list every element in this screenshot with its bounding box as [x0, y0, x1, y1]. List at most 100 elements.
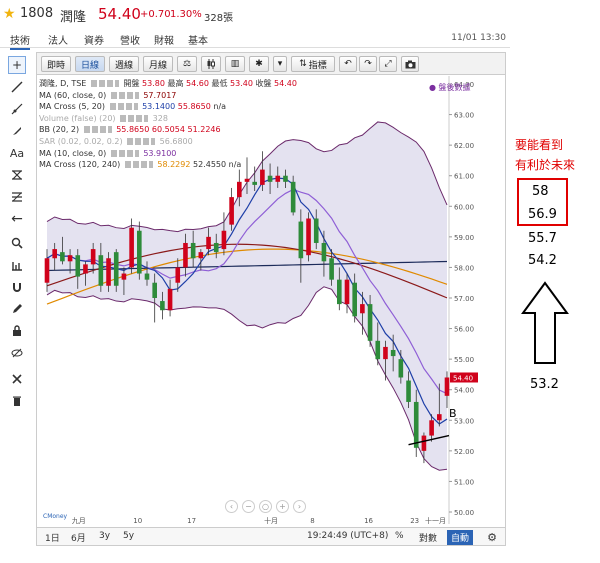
candle-body: [429, 420, 434, 436]
camera-icon[interactable]: [401, 56, 419, 72]
text-tool-icon[interactable]: Aa: [8, 144, 26, 162]
star-icon[interactable]: ★: [3, 6, 16, 22]
tab-revenue[interactable]: 營收: [120, 32, 140, 47]
zoom-in-icon[interactable]: +: [276, 500, 289, 513]
lock-icon[interactable]: [8, 322, 26, 340]
annotation-value-56-9: 56.9: [528, 207, 557, 222]
range-1d-button[interactable]: 1日: [45, 531, 60, 544]
x-tick-label: 十月: [264, 516, 278, 524]
candle-body: [106, 258, 111, 286]
weekly-button[interactable]: 週線: [109, 56, 139, 72]
ray-icon[interactable]: [8, 100, 26, 118]
scroll-left-icon[interactable]: ‹: [225, 500, 238, 513]
settings-tools-icon[interactable]: [8, 370, 26, 388]
legend-controls-icon[interactable]: [120, 114, 149, 122]
auto-scale-toggle[interactable]: 自動: [446, 530, 473, 545]
legend-controls-icon[interactable]: [83, 126, 112, 134]
legend-controls-icon[interactable]: [127, 137, 156, 145]
pattern-icon[interactable]: [8, 166, 26, 184]
tab-technical[interactable]: 技術: [10, 32, 30, 50]
zoom-icon[interactable]: [8, 234, 26, 252]
range-6m-button[interactable]: 6月: [71, 531, 86, 544]
bar-chart-icon[interactable]: ▥: [225, 56, 245, 72]
x-tick-label: 8: [310, 517, 314, 524]
sar-label: SAR (0.02, 0.02, 0.2): [39, 136, 123, 146]
stock-name: 潤隆: [60, 10, 87, 25]
measure-icon[interactable]: [8, 256, 26, 274]
chart-toolbar: 即時 日線 週線 月線 ⚖ ▥ ✱ ▾ ⇅ 指標 ↶ ↷ ⤢: [37, 53, 505, 75]
daily-button[interactable]: 日線: [75, 56, 105, 72]
y-tick-label: 54.00: [454, 387, 474, 395]
legend-row-macross120: MA Cross (120, 240) 58.2292 52.4550 n/a: [39, 159, 297, 171]
chart-type-candle-icon[interactable]: [201, 56, 221, 72]
undo-icon[interactable]: ↶: [339, 56, 357, 72]
back-arrow-icon[interactable]: ←: [8, 210, 26, 228]
candle-body: [75, 255, 81, 277]
sar-value: 56.6800: [159, 136, 193, 146]
reset-icon[interactable]: ○: [259, 500, 272, 513]
tab-margin[interactable]: 資券: [84, 32, 104, 47]
y-tick-label: 60.00: [454, 203, 474, 211]
trendline-icon[interactable]: [8, 78, 26, 96]
x-tick-label: 17: [187, 517, 196, 524]
y-tick-label: 55.00: [454, 356, 474, 364]
candle-body: [444, 377, 450, 396]
dropdown-icon[interactable]: ▾: [273, 56, 287, 72]
x-tick-label: 十一月: [425, 516, 446, 524]
range-3y-button[interactable]: 3y: [99, 531, 110, 541]
last-price-label: 54.40: [453, 374, 473, 382]
tab-institutional[interactable]: 法人: [48, 32, 68, 47]
candle-body: [398, 359, 404, 378]
low-label: 最低: [211, 79, 228, 88]
legend-row-bb: BB (20, 2) 55.8650 60.5054 51.2246: [39, 124, 297, 136]
candle-body: [252, 181, 257, 185]
candle-body: [67, 255, 73, 262]
gear-icon[interactable]: ✱: [249, 56, 269, 72]
fibonacci-icon[interactable]: [8, 188, 26, 206]
intraday-button[interactable]: 即時: [41, 56, 71, 72]
range-5y-button[interactable]: 5y: [123, 531, 134, 541]
candle-body: [337, 279, 342, 305]
candle-body: [190, 242, 196, 259]
legend-controls-icon[interactable]: [90, 80, 119, 87]
y-tick-label: 57.00: [454, 295, 474, 303]
y-tick-label: 52.00: [454, 448, 474, 456]
monthly-button[interactable]: 月線: [143, 56, 173, 72]
indicators-button[interactable]: ⇅ 指標: [291, 56, 335, 72]
compare-icon[interactable]: ⚖: [177, 56, 197, 72]
tab-basic[interactable]: 基本: [188, 32, 208, 47]
settings-gear-icon[interactable]: ⚙: [487, 531, 497, 544]
legend-controls-icon[interactable]: [124, 161, 153, 169]
candle-body: [260, 169, 265, 185]
magnet-icon[interactable]: [8, 278, 26, 296]
zoom-out-icon[interactable]: −: [242, 500, 255, 513]
legend-controls-icon[interactable]: [109, 103, 138, 111]
stock-header: ★ 1808 潤隆 54.40 +0.70 1.30% 328張: [0, 0, 510, 28]
legend-controls-icon[interactable]: [110, 91, 139, 99]
indicator-legend: 潤隆, D, TSE 開盤 53.80 最高 54.60 最低 53.40 收盤…: [39, 78, 297, 171]
hide-icon[interactable]: [8, 344, 26, 362]
candle-body: [390, 349, 396, 357]
log-scale-toggle[interactable]: 對數: [419, 531, 437, 544]
percent-toggle[interactable]: %: [395, 531, 404, 541]
fullscreen-icon[interactable]: ⤢: [379, 56, 397, 72]
candle-body: [183, 242, 188, 268]
pencil-lock-icon[interactable]: [8, 300, 26, 318]
x-tick-label: 16: [364, 517, 373, 524]
tab-financials[interactable]: 財報: [154, 32, 174, 47]
after-hours-data-label[interactable]: ● 盤後數據: [429, 82, 471, 93]
crosshair-icon[interactable]: +: [8, 56, 26, 74]
legend-controls-icon[interactable]: [110, 149, 139, 157]
bb-value-c: 51.2246: [187, 125, 221, 135]
trash-icon[interactable]: [8, 392, 26, 410]
candle-body: [52, 249, 57, 259]
brush-icon[interactable]: [8, 122, 26, 140]
y-tick-label: 62.00: [454, 142, 474, 150]
open-value: 53.80: [142, 79, 165, 88]
low-value: 53.40: [230, 79, 253, 88]
redo-icon[interactable]: ↷: [359, 56, 377, 72]
legend-row-ohlc: 潤隆, D, TSE 開盤 53.80 最高 54.60 最低 53.40 收盤…: [39, 78, 297, 90]
stock-code: 1808: [20, 6, 54, 21]
annotation-b: B: [449, 407, 457, 420]
scroll-right-icon[interactable]: ›: [293, 500, 306, 513]
